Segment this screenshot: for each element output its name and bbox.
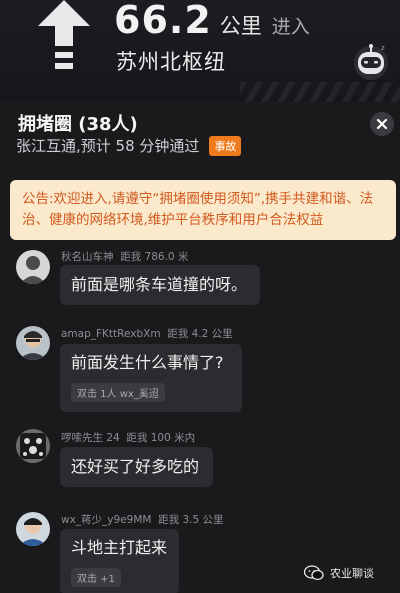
close-button[interactable] (370, 112, 394, 136)
close-icon (376, 118, 388, 130)
message-meta: 啰嗦先生 24 距我 100 米内 (61, 430, 195, 445)
svg-text:z: z (381, 44, 385, 52)
message-text: 前面是哪条车道撞的呀。 (71, 275, 248, 294)
distance-unit: 公里 (219, 14, 262, 38)
avatar[interactable] (16, 429, 50, 463)
message-bubble[interactable]: 前面是哪条车道撞的呀。 (60, 265, 260, 305)
message-text: 还好买了好多吃的 (71, 457, 200, 476)
voice-assistant-robot-icon[interactable]: z (350, 40, 392, 82)
navigation-banner: 66.2 公里 进入 苏州北枢纽 z (0, 0, 400, 102)
wechat-logo-icon (304, 565, 324, 581)
distance-value: 66.2 (114, 0, 212, 42)
room-title: 拥堵圈 (38人) (18, 114, 138, 135)
message-text: 斗地主打起来 (71, 538, 168, 557)
message-meta: wx_蒋少_y9e9MM 距我 3.5 公里 (61, 512, 224, 527)
user-distance: 距我 100 米内 (126, 432, 196, 444)
announcement-banner: 公告:欢迎进入,请遵守“拥堵圈使用须知”,携手共建和谐、法治、健康的网络环境,维… (10, 180, 396, 240)
accident-badge: 事故 (209, 135, 242, 156)
username: 啰嗦先生 24 (61, 432, 120, 444)
username: amap_FKttRexbXm (61, 328, 161, 340)
username: wx_蒋少_y9e9MM (61, 514, 152, 526)
message-text: 前面发生什么事情了? (71, 353, 224, 372)
reaction-chip[interactable]: 双击 +1 (71, 568, 121, 587)
reaction-chip[interactable]: 双击 1人 wx_奚迢 (71, 383, 165, 402)
congestion-chat-panel: 拥堵圈 (38人) 张江互通,预计 58 分钟通过 事故 公告:欢迎进入,请遵守… (0, 102, 400, 593)
distance-readout: 66.2 公里 进入 (114, 0, 310, 42)
room-subtitle: 张江互通,预计 58 分钟通过 (16, 137, 200, 155)
room-subtitle-row: 张江互通,预计 58 分钟通过 事故 (16, 135, 242, 156)
message-bubble[interactable]: 前面发生什么事情了? 双击 1人 wx_奚迢 (60, 344, 242, 412)
message-bubble[interactable]: 还好买了好多吃的 (60, 447, 213, 487)
user-distance: 距我 786.0 米 (120, 251, 189, 263)
message-meta: amap_FKttRexbXm 距我 4.2 公里 (61, 326, 233, 341)
user-distance: 距我 4.2 公里 (167, 328, 233, 340)
straight-arrow-icon (38, 0, 90, 69)
avatar[interactable] (16, 326, 50, 360)
username: 秋名山车神 (61, 251, 114, 263)
watermark-text: 农业聊谈 (330, 567, 374, 580)
decorative-stripes (240, 82, 400, 102)
avatar[interactable] (16, 250, 50, 284)
user-distance: 距我 3.5 公里 (158, 514, 224, 526)
road-name: 苏州北枢纽 (116, 50, 226, 74)
maneuver-action: 进入 (271, 16, 310, 38)
message-meta: 秋名山车神 距我 786.0 米 (61, 249, 188, 264)
message-bubble[interactable]: 斗地主打起来 双击 +1 (60, 529, 179, 593)
avatar[interactable] (16, 512, 50, 546)
source-watermark: 农业聊谈 (304, 565, 374, 581)
